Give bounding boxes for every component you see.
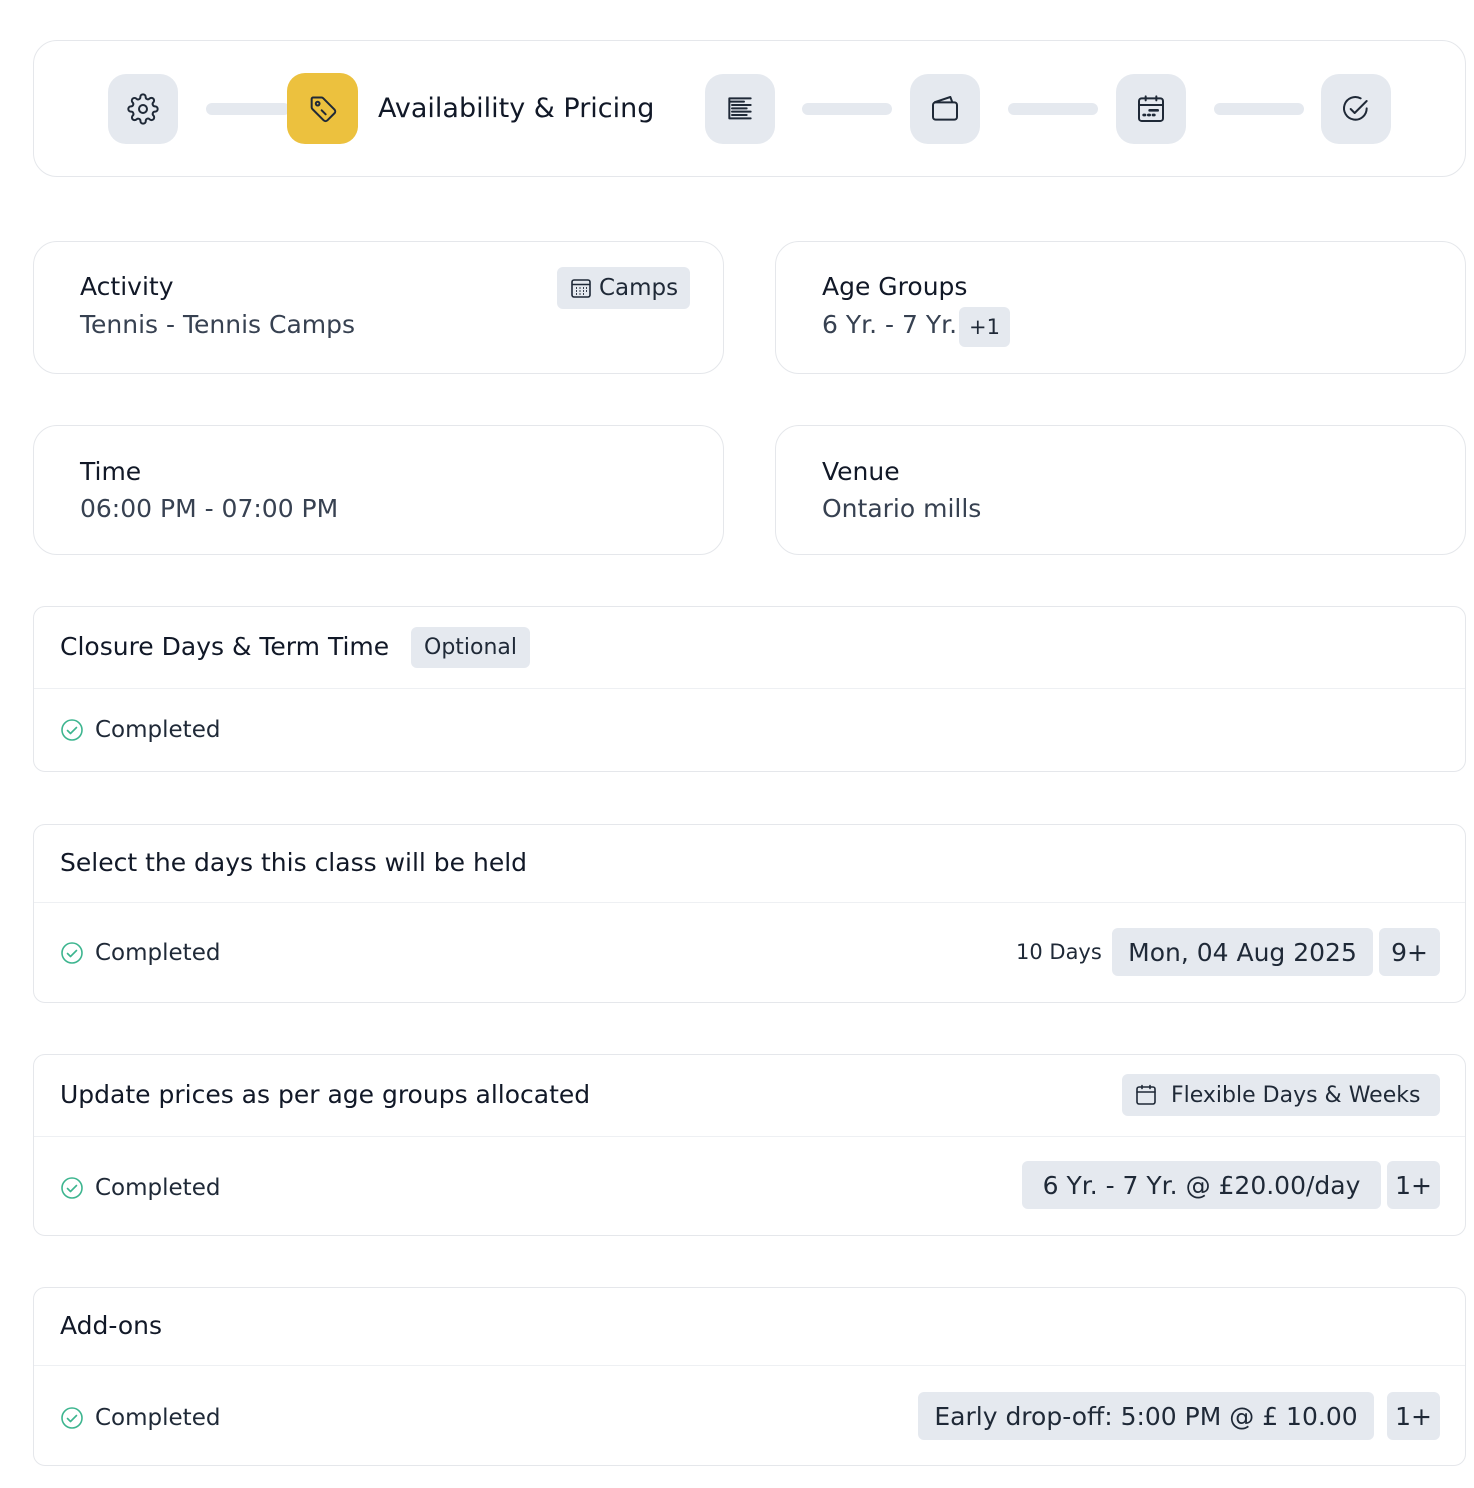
venue-card: Venue Ontario mills [775, 425, 1466, 555]
optional-badge: Optional [411, 627, 531, 668]
time-card: Time 06:00 PM - 07:00 PM [33, 425, 724, 555]
age-price-badge: 6 Yr. - 7 Yr. @ £20.00/day [1022, 1161, 1381, 1209]
completed-label: Completed [95, 1175, 221, 1201]
list-icon [728, 97, 752, 120]
step-connector [206, 103, 290, 115]
addon-item-badge: Early drop-off: 5:00 PM @ £ 10.00 [918, 1392, 1374, 1440]
age-groups-value: 6 Yr. - 7 Yr. [822, 310, 958, 339]
step-schedule[interactable] [1116, 74, 1186, 144]
pricing-mode-badge: Flexible Days & Weeks [1122, 1074, 1440, 1116]
age-prices-section: Update prices as per age groups allocate… [33, 1054, 1466, 1236]
wallet-icon [932, 96, 958, 121]
check-circle-icon [61, 1407, 83, 1429]
class-days-title: Select the days this class will be held [60, 848, 528, 877]
step-availability-pricing[interactable] [287, 73, 358, 144]
venue-title: Venue [822, 457, 900, 486]
days-count: 10 Days [1016, 940, 1102, 964]
pricing-mode-label: Flexible Days & Weeks [1171, 1082, 1421, 1108]
section-header [34, 1288, 1465, 1366]
more-addons-badge[interactable]: 1+ [1387, 1392, 1440, 1440]
activity-title: Activity [80, 272, 174, 301]
activity-value: Tennis - Tennis Camps [80, 310, 356, 339]
activity-type-badge: Camps [557, 267, 691, 309]
venue-value: Ontario mills [822, 494, 982, 523]
addons-section: Add-ons Completed Early drop-off: 5:00 P… [33, 1287, 1466, 1466]
completed-label: Completed [95, 940, 221, 966]
step-connector [1008, 103, 1098, 115]
age-groups-title: Age Groups [822, 272, 968, 301]
completed-label: Completed [95, 1405, 221, 1431]
time-title: Time [80, 457, 142, 486]
check-circle-icon [61, 719, 83, 741]
check-circle-icon [61, 942, 83, 964]
step-details[interactable] [705, 74, 775, 144]
check-circle-icon [1343, 96, 1368, 121]
step-payment[interactable] [910, 74, 980, 144]
first-date-badge: Mon, 04 Aug 2025 [1112, 928, 1373, 976]
active-step-label: Availability & Pricing [378, 93, 655, 124]
activity-type-label: Camps [599, 275, 679, 301]
completed-status: Completed [60, 1403, 220, 1433]
completed-status: Completed [60, 715, 220, 745]
step-review[interactable] [1321, 74, 1391, 144]
calendar-icon [1138, 95, 1164, 122]
class-days-section: Select the days this class will be held … [33, 824, 1466, 1003]
check-circle-icon [61, 1177, 83, 1199]
tag-icon [310, 96, 336, 122]
calendar-grid-icon [571, 279, 591, 298]
completed-label: Completed [95, 717, 221, 743]
closure-days-title: Closure Days & Term Time [60, 632, 390, 661]
step-connector [1214, 103, 1304, 115]
completed-status: Completed [60, 938, 220, 968]
age-prices-title: Update prices as per age groups allocate… [60, 1080, 591, 1109]
more-dates-badge[interactable]: 9+ [1379, 928, 1440, 976]
activity-card: Activity Tennis - Tennis Camps Camps [33, 241, 724, 374]
addons-title: Add-ons [60, 1311, 163, 1340]
gear-icon [127, 93, 159, 125]
more-prices-badge[interactable]: 1+ [1387, 1161, 1440, 1209]
calendar-icon [1136, 1084, 1156, 1105]
step-progress-bar: Availability & Pricing [33, 40, 1466, 177]
age-groups-card: Age Groups 6 Yr. - 7 Yr. +1 [775, 241, 1466, 374]
step-general[interactable] [108, 74, 178, 144]
step-connector [802, 103, 892, 115]
closure-days-section: Closure Days & Term Time Optional Comple… [33, 606, 1466, 772]
time-value: 06:00 PM - 07:00 PM [80, 494, 339, 523]
completed-status: Completed [60, 1173, 220, 1203]
age-groups-more-badge[interactable]: +1 [959, 307, 1010, 347]
